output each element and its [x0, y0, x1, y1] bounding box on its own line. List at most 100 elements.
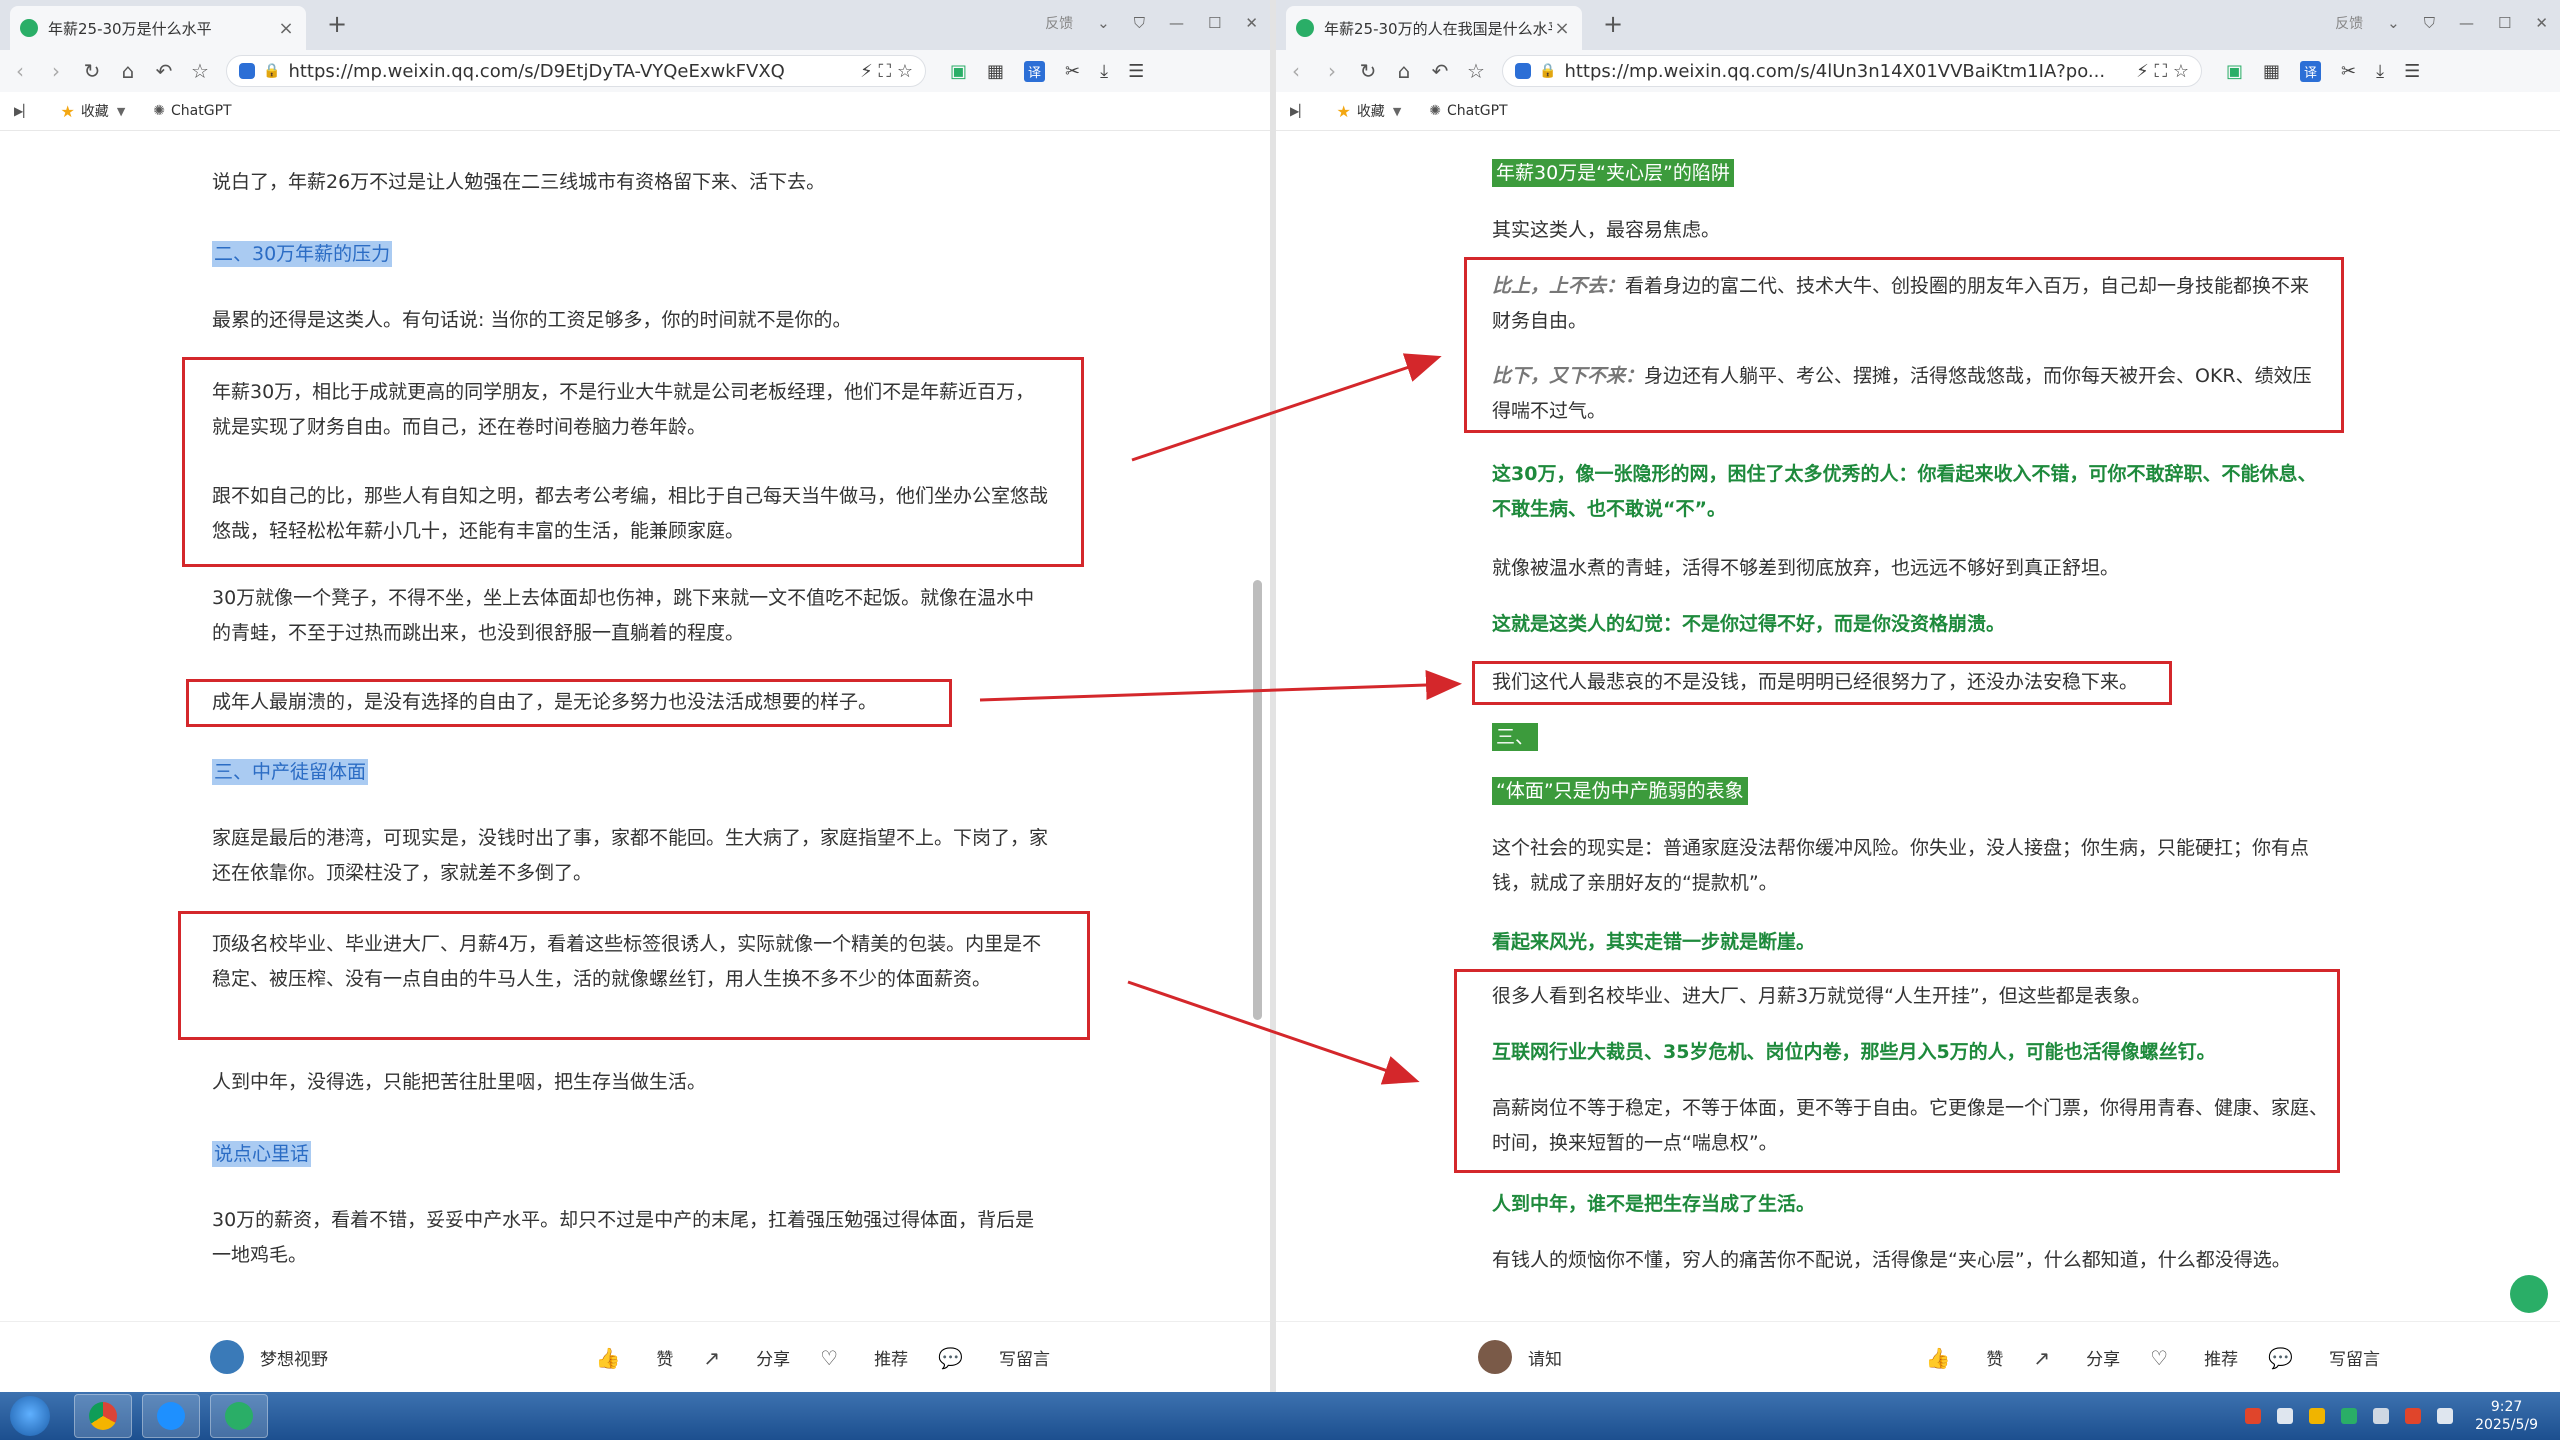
bookmark-chatgpt[interactable]: ✺ ChatGPT: [1429, 103, 1507, 119]
scissors-icon[interactable]: ✂: [2341, 61, 2356, 82]
menu-icon[interactable]: ☰: [1128, 61, 1144, 82]
reload-icon[interactable]: ↻: [1352, 59, 1384, 83]
security-shield-icon: [239, 63, 255, 79]
floating-assistant-icon[interactable]: [2510, 1275, 2548, 1313]
scrollbar-thumb[interactable]: [1253, 580, 1262, 1020]
maximize-icon[interactable]: ☐: [1208, 14, 1221, 32]
maximize-icon[interactable]: ☐: [2498, 14, 2511, 32]
lightning-icon[interactable]: ⚡: [860, 61, 873, 82]
like-button[interactable]: 👍 赞: [1925, 1345, 2003, 1370]
recommend-button[interactable]: ♡ 推荐: [2150, 1345, 2238, 1370]
download-icon[interactable]: ⤓: [1100, 61, 1108, 82]
scissors-icon[interactable]: ✂: [1065, 61, 1080, 82]
shirt-icon[interactable]: ⛉: [2424, 14, 2435, 32]
tray-shield-icon[interactable]: [2277, 1408, 2294, 1424]
url-text[interactable]: https://mp.weixin.qq.com/s/4lUn3n14X01VV…: [1564, 61, 2124, 82]
favorite-star-icon[interactable]: ☆: [897, 61, 913, 82]
recommend-button[interactable]: ♡ 推荐: [820, 1345, 908, 1370]
chevron-down-icon[interactable]: ⌄: [1097, 14, 1110, 32]
paragraph: 就像被温水煮的青蛙，活得不够差到彻底放弃，也远远不够好到真正舒坦。: [1492, 557, 2120, 579]
translate-icon[interactable]: 译: [1024, 60, 1046, 82]
tab-active[interactable]: 年薪25-30万的人在我国是什么水平 ×: [1286, 6, 1582, 50]
taskbar-ie[interactable]: [142, 1394, 200, 1438]
share-label: 分享: [756, 1349, 791, 1370]
author-name[interactable]: 请知: [1528, 1345, 1562, 1370]
minimize-icon[interactable]: —: [1169, 14, 1184, 32]
extension-icon[interactable]: ▣: [2226, 61, 2243, 82]
bookmark-favorites[interactable]: ★ 收藏 ▼: [1336, 101, 1401, 121]
paragraph-bold: 这30万，像一张隐形的网，困住了太多优秀的人：你看起来收入不错，可你不敢辞职、不…: [1492, 463, 2317, 520]
paragraph: 30万就像一个凳子，不得不坐，坐上去体面却也伤神，跳下来就一文不值吃不起饭。就像…: [212, 587, 1035, 644]
translate-icon[interactable]: 译: [2300, 60, 2322, 82]
share-icon: ↗: [703, 1345, 721, 1370]
favorite-star-icon[interactable]: ☆: [2173, 61, 2189, 82]
lightning-icon[interactable]: ⚡: [2136, 61, 2149, 82]
download-icon[interactable]: ⤓: [2376, 61, 2384, 82]
comment-button[interactable]: 💬 写留言: [2268, 1345, 2380, 1370]
close-window-icon[interactable]: ✕: [2535, 14, 2548, 32]
tray-wechat-icon[interactable]: [2341, 1408, 2358, 1424]
taskbar-wechat[interactable]: [210, 1394, 268, 1438]
feedback-button[interactable]: 反馈: [1045, 13, 1073, 33]
feedback-button[interactable]: 反馈: [2335, 13, 2363, 33]
bookmark-favorites[interactable]: ★ 收藏 ▼: [60, 101, 125, 121]
screenshot-icon[interactable]: ⛶: [2155, 61, 2168, 82]
section-heading: 说点心里话: [212, 1141, 312, 1167]
author-avatar[interactable]: [210, 1340, 244, 1374]
tray-antivirus-icon[interactable]: [2245, 1408, 2262, 1424]
tray-flag-icon[interactable]: [2405, 1408, 2422, 1424]
taskbar-chrome[interactable]: [74, 1394, 132, 1438]
section-heading: “体面”只是伪中产脆弱的表象: [1492, 777, 1748, 805]
forward-icon[interactable]: ›: [40, 59, 72, 83]
paragraph: 比下，又下不来：身边还有人躺平、考公、摆摊，活得悠哉悠哉，而你每天被开会、OKR…: [1492, 359, 2322, 429]
menu-icon[interactable]: ☰: [2404, 61, 2420, 82]
back-icon[interactable]: ‹: [4, 59, 36, 83]
new-tab-icon[interactable]: +: [322, 10, 352, 38]
home-icon[interactable]: ⌂: [112, 59, 144, 83]
comment-label: 写留言: [2329, 1349, 2380, 1370]
tray-network-icon[interactable]: [2373, 1408, 2390, 1424]
bookmark-star-icon[interactable]: ☆: [1460, 59, 1492, 83]
apps-grid-icon[interactable]: ▦: [2263, 61, 2280, 82]
close-tab-icon[interactable]: ×: [1552, 18, 1572, 39]
bookmark-chatgpt[interactable]: ✺ ChatGPT: [153, 103, 231, 119]
home-icon[interactable]: ⌂: [1388, 59, 1420, 83]
chatgpt-icon: ✺: [153, 103, 166, 119]
sidebar-toggle-icon[interactable]: ▶▏: [1290, 104, 1308, 118]
close-tab-icon[interactable]: ×: [276, 18, 296, 39]
screenshot-icon[interactable]: ⛶: [879, 61, 892, 82]
extension-icon[interactable]: ▣: [950, 61, 967, 82]
comment-button[interactable]: 💬 写留言: [938, 1345, 1050, 1370]
author-name[interactable]: 梦想视野: [260, 1345, 328, 1370]
close-window-icon[interactable]: ✕: [1245, 14, 1258, 32]
toolbar-extensions: ▣ ▦ 译 ✂ ⤓ ☰: [940, 60, 1154, 82]
apps-grid-icon[interactable]: ▦: [987, 61, 1004, 82]
minimize-icon[interactable]: —: [2459, 14, 2474, 32]
tab-bar: 年薪25-30万的人在我国是什么水平 × + 反馈 ⌄ ⛉ — ☐ ✕: [1276, 0, 2560, 50]
address-bar[interactable]: 🔒 https://mp.weixin.qq.com/s/D9EtjDyTA-V…: [226, 55, 926, 87]
like-button[interactable]: 👍 赞: [595, 1345, 673, 1370]
forward-icon[interactable]: ›: [1316, 59, 1348, 83]
chevron-down-icon[interactable]: ⌄: [2387, 14, 2400, 32]
address-bar[interactable]: 🔒 https://mp.weixin.qq.com/s/4lUn3n14X01…: [1502, 55, 2202, 87]
share-button[interactable]: ↗ 分享: [703, 1345, 790, 1370]
shirt-icon[interactable]: ⛉: [1134, 14, 1145, 32]
start-button-icon[interactable]: [10, 1396, 50, 1436]
author-avatar[interactable]: [1478, 1340, 1512, 1374]
reload-icon[interactable]: ↻: [76, 59, 108, 83]
undo-icon[interactable]: ↶: [148, 59, 180, 83]
bookmark-star-icon[interactable]: ☆: [184, 59, 216, 83]
tray-security-icon[interactable]: [2309, 1408, 2326, 1424]
undo-icon[interactable]: ↶: [1424, 59, 1456, 83]
clock[interactable]: 9:27 2025/5/9: [2475, 1398, 2538, 1434]
new-tab-icon[interactable]: +: [1598, 10, 1628, 38]
heart-icon: ♡: [820, 1345, 839, 1370]
url-text[interactable]: https://mp.weixin.qq.com/s/D9EtjDyTA-VYQ…: [288, 61, 848, 82]
sidebar-toggle-icon[interactable]: ▶▏: [14, 104, 32, 118]
tray-volume-icon[interactable]: [2437, 1408, 2454, 1424]
back-icon[interactable]: ‹: [1280, 59, 1312, 83]
tab-active[interactable]: 年薪25-30万是什么水平 ×: [10, 6, 306, 50]
paragraph: 30万的薪资，看着不错，妥妥中产水平。却只不过是中产的末尾，扛着强压勉强过得体面…: [212, 1209, 1035, 1266]
like-label: 赞: [1986, 1349, 2004, 1370]
share-button[interactable]: ↗ 分享: [2033, 1345, 2120, 1370]
